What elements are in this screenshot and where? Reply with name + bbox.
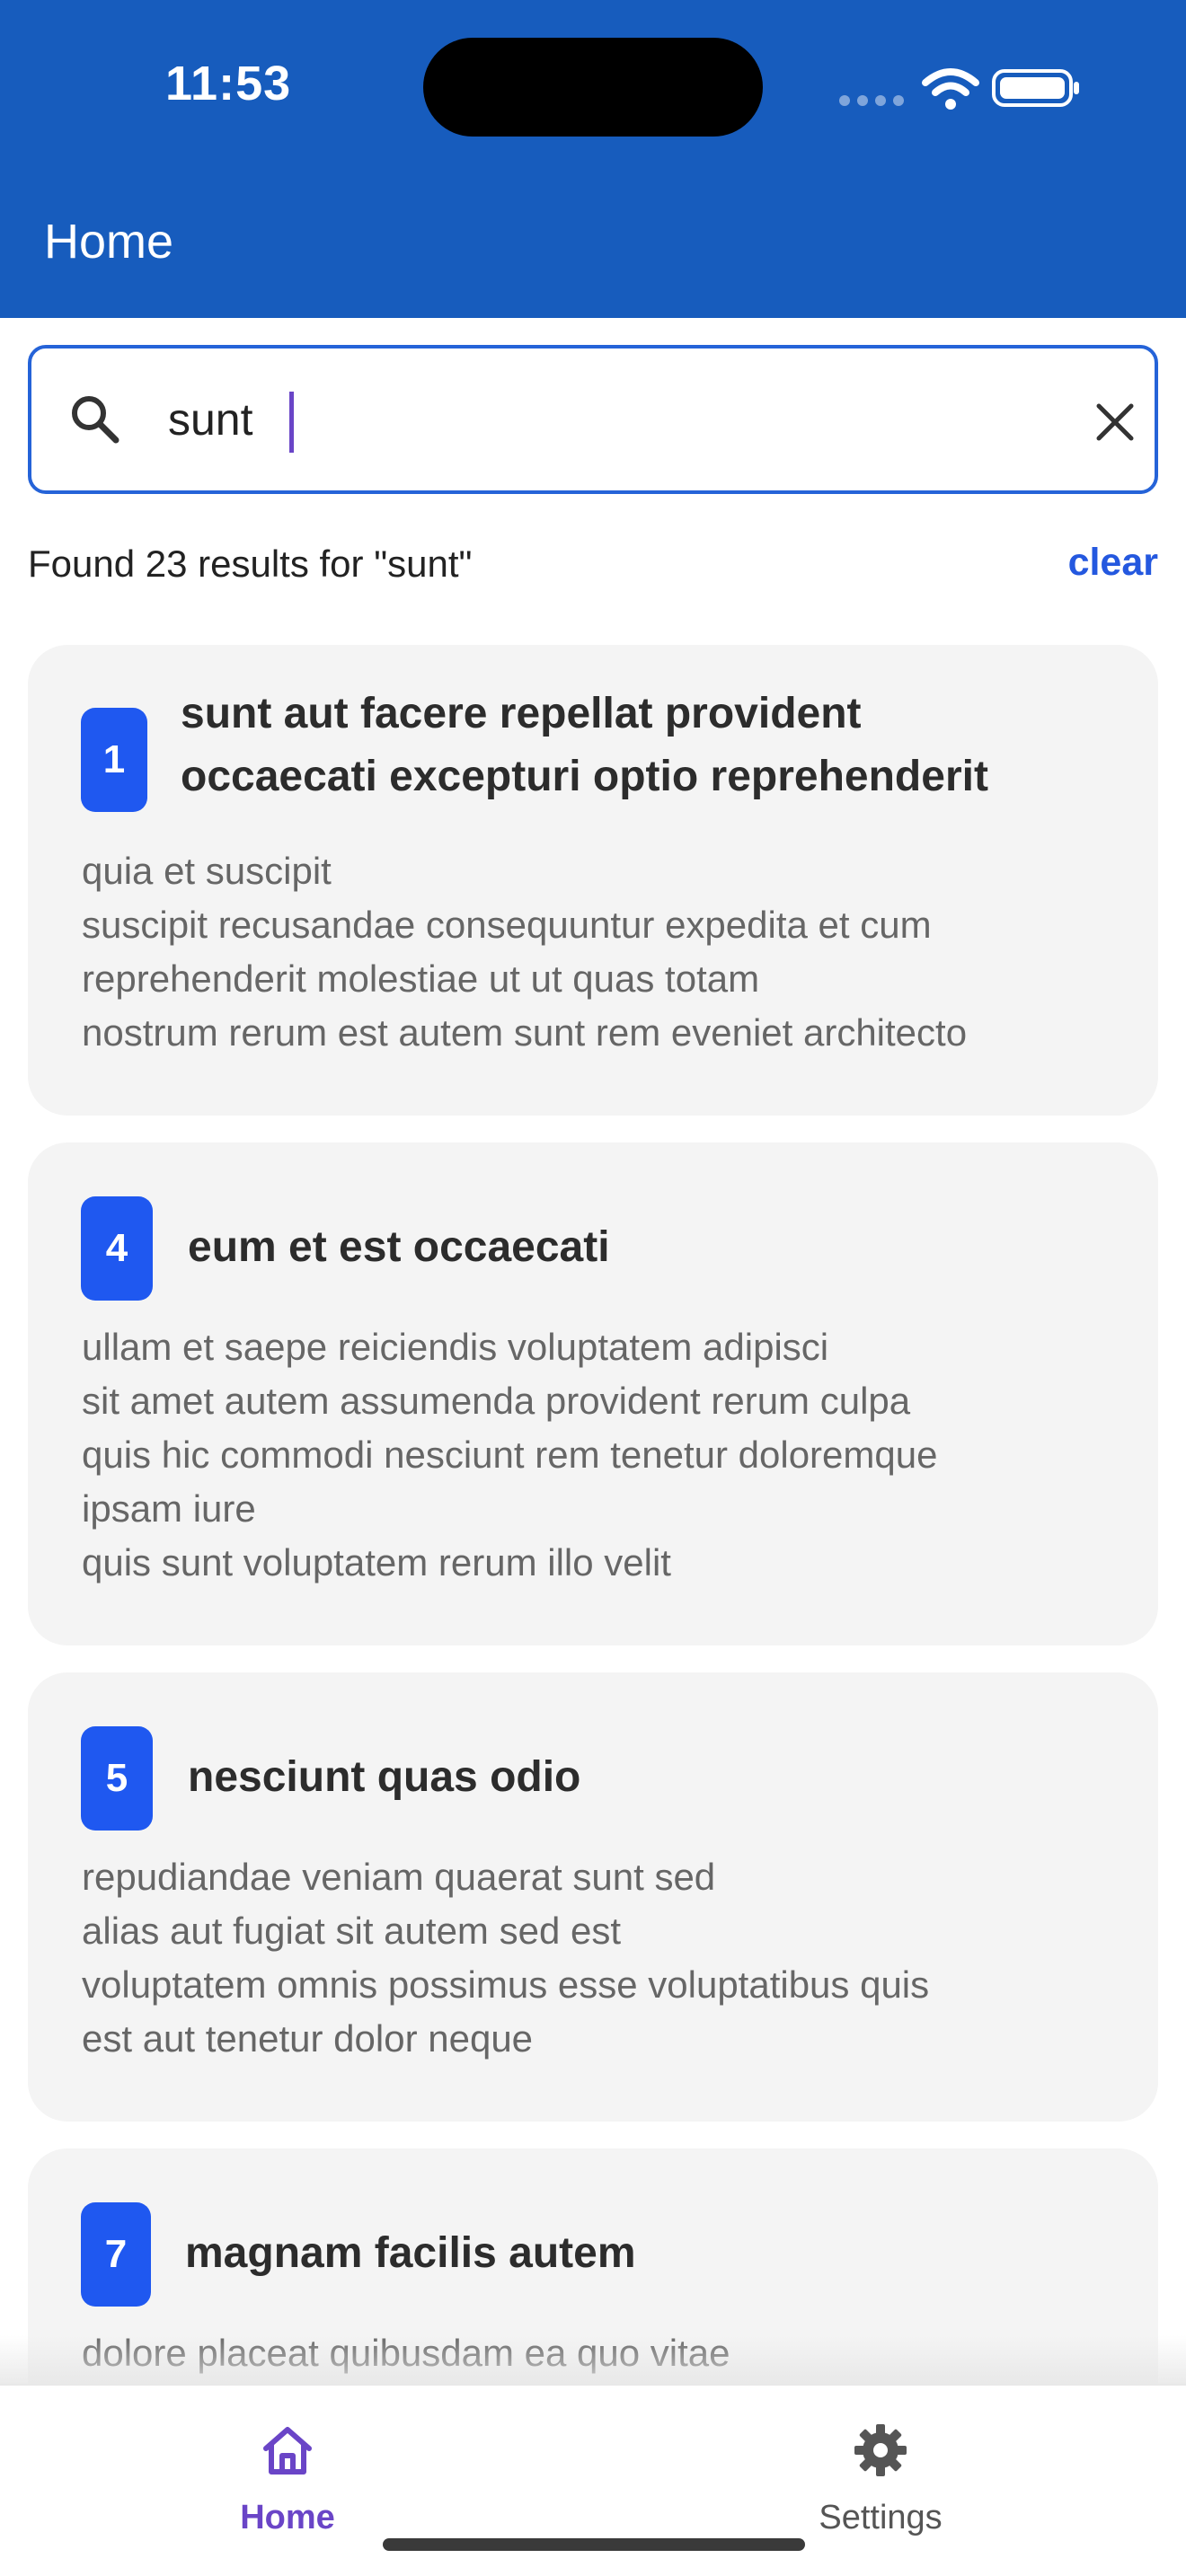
dynamic-island	[423, 38, 763, 137]
cellular-signal-icon	[839, 95, 904, 106]
results-count: Found 23 results for "sunt"	[28, 543, 473, 585]
result-card[interactable]: 1 sunt aut facere repellat provident occ…	[28, 645, 1158, 1116]
result-title: nesciunt quas odio	[188, 1753, 581, 1801]
result-card[interactable]: 5 nesciunt quas odio repudiandae veniam …	[28, 1672, 1158, 2122]
result-id-badge: 4	[81, 1196, 153, 1301]
result-body: quia et suscipit suscipit recusandae con…	[82, 850, 968, 1054]
text-caret	[289, 392, 294, 453]
nav-item-home[interactable]: Home	[153, 2422, 422, 2547]
result-id-badge: 7	[81, 2202, 151, 2307]
battery-icon	[992, 69, 1079, 107]
wifi-icon	[922, 68, 979, 110]
result-title: sunt aut facere repellat provident occae…	[181, 690, 988, 800]
search-box[interactable]	[28, 345, 1158, 494]
result-title: eum et est occaecati	[188, 1223, 610, 1271]
app-bar: 11:53 Home	[0, 0, 1186, 318]
result-id-badge: 5	[81, 1726, 153, 1831]
result-id-badge: 1	[81, 708, 147, 812]
clear-button[interactable]: clear	[1068, 541, 1158, 585]
home-indicator	[383, 2538, 805, 2551]
nav-label-settings: Settings	[819, 2499, 943, 2536]
result-card[interactable]: 4 eum et est occaecati ullam et saepe re…	[28, 1142, 1158, 1645]
gear-icon	[854, 2424, 907, 2476]
result-body: repudiandae veniam quaerat sunt sed alia…	[82, 1856, 930, 2060]
page-title: Home	[44, 215, 174, 269]
status-time: 11:53	[165, 57, 292, 110]
nav-shadow	[0, 2335, 1186, 2389]
nav-item-settings[interactable]: Settings	[746, 2422, 1015, 2547]
screen: 11:53 Home sunt Found 23 results for "su…	[0, 0, 1186, 2576]
home-icon	[263, 2427, 312, 2475]
nav-label-home: Home	[240, 2499, 335, 2536]
result-title: magnam facilis autem	[185, 2229, 636, 2277]
result-body: ullam et saepe reiciendis voluptatem adi…	[82, 1326, 938, 1584]
clear-search-icon[interactable]	[1088, 395, 1142, 449]
search-icon	[72, 396, 119, 444]
status-icons	[839, 65, 1082, 110]
results-summary-row: Found 23 results for "sunt" clear	[28, 539, 1158, 593]
